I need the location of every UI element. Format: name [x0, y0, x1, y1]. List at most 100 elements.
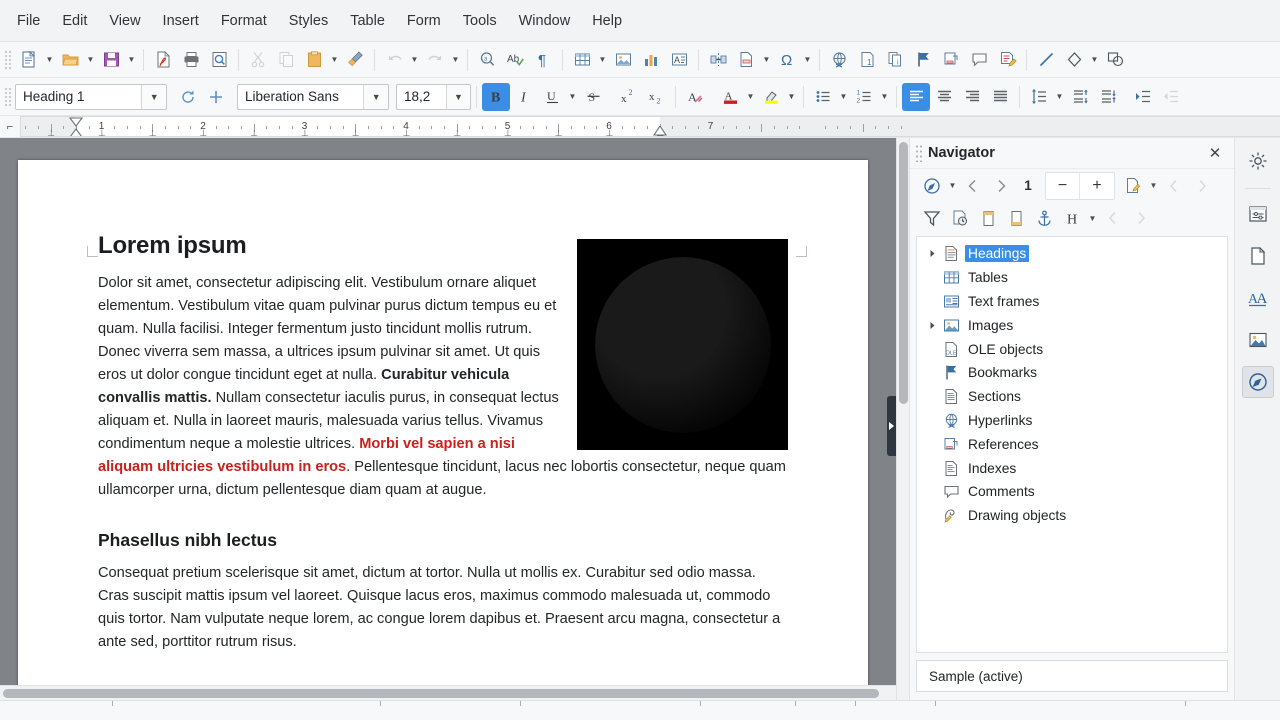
align-left-button[interactable] [902, 82, 930, 111]
ruler-left-indent-marker[interactable] [68, 117, 84, 136]
undo-icon[interactable] [380, 46, 408, 74]
navigator-page-number[interactable]: 1 [1015, 178, 1041, 193]
navigator-tree-item[interactable]: Hyperlinks [917, 409, 1227, 433]
menu-item-file[interactable]: File [6, 8, 51, 34]
navigator-tree-item[interactable]: Bookmarks [917, 361, 1227, 385]
formatting-marks-icon[interactable]: ¶ [529, 46, 557, 74]
ruler-tab-stop[interactable]: ⊥ [453, 129, 461, 137]
document-page[interactable]: Lorem ipsum Dolor sit amet, consectetur … [18, 160, 868, 685]
print-icon[interactable] [177, 46, 205, 74]
insert-table-icon[interactable] [568, 46, 596, 74]
basic-shapes-dropdown-icon[interactable]: ▼ [1088, 46, 1101, 74]
sidebar-styles-icon[interactable]: AA [1242, 282, 1274, 314]
menu-item-tools[interactable]: Tools [452, 8, 508, 34]
ruler-tab-stop[interactable]: ⊥ [149, 129, 157, 137]
tab-selector-icon[interactable]: ⌐ [0, 116, 20, 137]
copy-icon[interactable] [272, 46, 300, 74]
set-reminder-icon[interactable] [946, 205, 974, 231]
navigator-tree-item[interactable]: Sections [917, 385, 1227, 409]
ruler-tab-stop[interactable]: ⊥ [200, 129, 208, 137]
export-pdf-icon[interactable] [149, 46, 177, 74]
ruler-tab-stop[interactable]: ⊥ [98, 129, 106, 137]
line-spacing-button[interactable] [1025, 83, 1053, 111]
menu-item-edit[interactable]: Edit [51, 8, 98, 34]
navigation-dropdown-icon[interactable]: ▼ [946, 172, 959, 200]
horizontal-scrollbar-thumb[interactable] [3, 688, 879, 698]
unordered-list-button[interactable] [809, 83, 837, 111]
basic-shapes-icon[interactable] [1060, 46, 1088, 74]
underline-button[interactable]: U [538, 83, 566, 111]
navigator-tree-item[interactable]: Drawing objects [917, 504, 1227, 528]
highlight-color-button[interactable] [757, 83, 785, 111]
sidebar-settings-icon[interactable] [1242, 145, 1274, 177]
vertical-scrollbar-thumb[interactable] [899, 142, 908, 404]
paste-dropdown-icon[interactable]: ▼ [328, 46, 341, 74]
close-icon[interactable]: ✕ [1204, 142, 1226, 164]
track-changes-icon[interactable] [993, 46, 1021, 74]
comment-icon[interactable] [965, 46, 993, 74]
ruler-tab-stop[interactable]: ⊥ [47, 129, 55, 137]
insert-field-dropdown-icon[interactable]: ▼ [760, 46, 773, 74]
promote-chapter-icon[interactable] [1160, 173, 1188, 199]
page-break-icon[interactable] [704, 46, 732, 74]
navigator-tree-item[interactable]: References [917, 432, 1227, 456]
open-document-dropdown-icon[interactable]: ▼ [84, 46, 97, 74]
insert-line-icon[interactable] [1032, 46, 1060, 74]
navigator-tree-item[interactable]: Indexes [917, 456, 1227, 480]
sidebar-properties-icon[interactable] [1242, 198, 1274, 230]
insert-text-box-icon[interactable]: A [665, 46, 693, 74]
sidebar-page-icon[interactable] [1242, 240, 1274, 272]
font-name-combobox[interactable]: Liberation Sans ▼ [237, 83, 389, 110]
heading-levels-dropdown-icon[interactable]: ▼ [1086, 204, 1099, 232]
align-justified-button[interactable] [986, 83, 1014, 111]
italic-button[interactable]: I [510, 83, 538, 111]
expand-arrow-icon[interactable] [924, 321, 940, 330]
save-icon[interactable] [97, 46, 125, 74]
menu-item-view[interactable]: View [98, 8, 151, 34]
highlight-color-dropdown-icon[interactable]: ▼ [785, 83, 798, 111]
unordered-list-dropdown-icon[interactable]: ▼ [837, 83, 850, 111]
ruler-right-indent-marker[interactable] [652, 126, 667, 136]
insert-image-icon[interactable] [609, 46, 637, 74]
bold-button[interactable]: B [482, 82, 510, 111]
ruler-tab-stop[interactable]: ⊥ [301, 129, 309, 137]
menu-item-insert[interactable]: Insert [152, 8, 210, 34]
ruler-tab-stop[interactable]: ⊥ [352, 129, 360, 137]
strikethrough-button[interactable]: S [579, 83, 607, 111]
undo-dropdown-icon[interactable]: ▼ [408, 46, 421, 74]
ordered-list-dropdown-icon[interactable]: ▼ [878, 83, 891, 111]
insert-table-dropdown-icon[interactable]: ▼ [596, 46, 609, 74]
document-heading-2[interactable]: Phasellus nibh lectus [98, 530, 788, 551]
increase-level-icon[interactable]: + [1080, 173, 1114, 199]
new-document-dropdown-icon[interactable]: ▼ [43, 46, 56, 74]
toolbar-grip[interactable] [3, 85, 12, 108]
document-paragraph-2[interactable]: Consequat pretium scelerisque sit amet, … [98, 562, 788, 654]
footer-icon[interactable] [1002, 205, 1030, 231]
heading-levels-icon[interactable]: H [1058, 205, 1086, 231]
ruler-tab-stop[interactable]: ⊥ [504, 129, 512, 137]
clear-formatting-button[interactable]: A [681, 83, 709, 111]
vertical-scrollbar[interactable] [896, 138, 909, 700]
subscript-button[interactable]: x2 [642, 83, 670, 111]
list-box-icon[interactable] [918, 205, 946, 231]
decrease-indent-button[interactable] [1157, 83, 1185, 111]
navigator-document-list[interactable]: Sample (active) [916, 660, 1228, 692]
font-size-combobox[interactable]: 18,2 ▼ [396, 83, 471, 110]
header-icon[interactable] [974, 205, 1002, 231]
menu-item-table[interactable]: Table [339, 8, 396, 34]
line-spacing-dropdown-icon[interactable]: ▼ [1053, 83, 1066, 111]
horizontal-ruler[interactable]: 1234567⊥⊥⊥⊥⊥⊥⊥⊥⊥⊥⊥⊥⊥ [20, 116, 1280, 137]
demote-chapter-icon[interactable] [1188, 173, 1216, 199]
footnote-icon[interactable]: 1 [853, 46, 881, 74]
decrease-paragraph-spacing-button[interactable] [1094, 83, 1122, 111]
ruler-tab-stop[interactable]: ⊥ [555, 129, 563, 137]
cross-reference-icon[interactable] [937, 46, 965, 74]
menu-item-help[interactable]: Help [581, 8, 633, 34]
navigation-icon[interactable] [918, 173, 946, 199]
increase-paragraph-spacing-button[interactable] [1066, 83, 1094, 111]
open-document-icon[interactable] [56, 46, 84, 74]
toolbar-grip[interactable] [3, 48, 12, 71]
navigator-tree-item[interactable]: Comments [917, 480, 1227, 504]
chevron-down-icon[interactable]: ▼ [445, 84, 470, 109]
find-replace-icon[interactable]: a [473, 46, 501, 74]
